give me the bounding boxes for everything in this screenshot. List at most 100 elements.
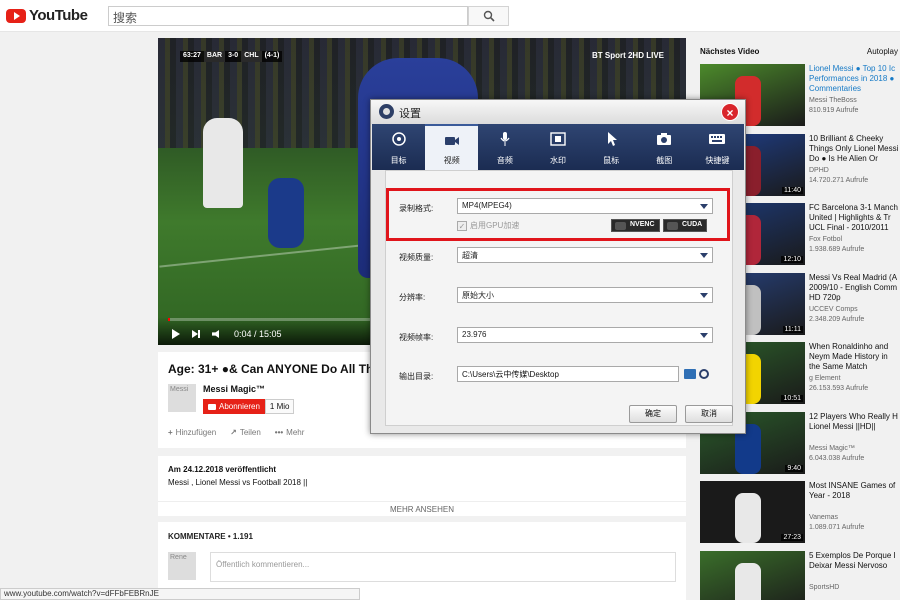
tab-label: 水印 — [549, 156, 566, 165]
top-bar: YouTube 搜索 — [0, 0, 900, 32]
video-thumbnail[interactable] — [700, 550, 805, 600]
recommended-views: 26.153.593 Aufrufe — [809, 385, 869, 392]
thumbnail-figure — [735, 493, 761, 543]
channel-name[interactable]: Messi Magic™ — [203, 384, 265, 394]
publish-date: Am 24.12.2018 veröffentlicht — [168, 465, 277, 474]
recommended-channel: SportsHD — [809, 583, 840, 591]
tab-audio[interactable]: 音频 — [478, 124, 531, 170]
channel-avatar[interactable]: Messi — [168, 384, 196, 412]
thumbnail-figure — [735, 562, 761, 600]
volume-icon[interactable] — [212, 330, 219, 338]
watermark-icon — [550, 132, 566, 146]
magnifier-icon[interactable] — [698, 369, 709, 379]
recommended-views: 1.938.689 Aufrufe — [809, 246, 865, 253]
youtube-play-icon — [6, 8, 26, 23]
recommended-views: 810.919 Aufrufe — [809, 107, 859, 114]
folder-icon[interactable] — [683, 369, 696, 379]
resolution-value: 原始大小 — [462, 291, 494, 300]
quality-label: 视频质量: — [399, 253, 434, 262]
subscriber-count: 1 Mio — [264, 399, 295, 414]
recommended-channel: Messi TheBoss — [809, 97, 857, 104]
dialog-title: 设置 — [399, 108, 421, 120]
microphone-icon — [500, 132, 510, 146]
resolution-select[interactable]: 原始大小 — [457, 287, 713, 303]
footballer-white — [203, 118, 243, 208]
chevron-down-icon — [700, 293, 708, 298]
more-label: Mehr — [286, 428, 305, 437]
close-button[interactable]: × — [721, 103, 739, 121]
tab-mouse[interactable]: 鼠标 — [585, 124, 638, 170]
recommended-video[interactable]: 5 Exemplos De Porque I Deixar Messi Nerv… — [700, 550, 900, 600]
subscribe-group: Abonnieren 1 Mio — [203, 399, 295, 414]
dialog-titlebar[interactable]: 设置 × — [371, 100, 745, 124]
camera-icon — [657, 133, 672, 145]
video-duration: 27:23 — [781, 534, 803, 541]
tab-screenshot[interactable]: 截图 — [638, 124, 691, 170]
progress-fill — [168, 318, 171, 321]
cancel-button[interactable]: 取消 — [685, 405, 733, 423]
play-icon[interactable] — [172, 329, 180, 339]
more-icon: ••• — [274, 428, 284, 437]
share-button[interactable]: ↗ Teilen — [230, 428, 261, 437]
framerate-label: 视频帧率: — [399, 333, 434, 342]
youtube-logo[interactable]: YouTube — [6, 7, 88, 24]
scorebug: 63:27 BAR 3-0 CHL (4-1) — [180, 51, 283, 62]
quality-value: 超清 — [462, 251, 478, 260]
recommended-title[interactable]: Messi Vs Real Madrid (A 2009/10 - Englis… — [809, 273, 900, 303]
chevron-down-icon — [700, 253, 708, 258]
tab-hotkeys[interactable]: 快捷键 — [691, 124, 744, 170]
recommended-title[interactable]: 10 Brilliant & Cheeky Things Only Lionel… — [809, 134, 900, 164]
tab-watermark[interactable]: 水印 — [531, 124, 584, 170]
quality-select[interactable]: 超清 — [457, 247, 713, 263]
output-path-field[interactable]: C:\Users\云中传媒\Desktop — [457, 366, 679, 382]
time-display: 0:04 / 15:05 — [234, 329, 282, 339]
chevron-down-icon — [700, 333, 708, 338]
add-to-button[interactable]: + Hinzufügen — [168, 428, 216, 437]
recommended-title[interactable]: When Ronaldinho and Neym Made History in… — [809, 342, 900, 372]
comment-input[interactable]: Öffentlich kommentieren... — [210, 552, 676, 582]
recommended-channel: Vanemas — [809, 514, 839, 521]
recommended-title[interactable]: FC Barcelona 3-1 Manch United | Highligh… — [809, 203, 900, 233]
logo-text: YouTube — [29, 7, 88, 24]
recommended-title[interactable]: Lionel Messi ● Top 10 Ic Performances in… — [809, 64, 900, 94]
output-path-buttons — [679, 366, 713, 382]
recommended-channel: DPHD — [809, 166, 829, 174]
video-thumbnail[interactable]: 27:23 — [700, 481, 805, 543]
tab-label: 鼠标 — [603, 156, 620, 165]
more-button[interactable]: ••• Mehr — [275, 428, 305, 437]
tab-target[interactable]: 目标 — [372, 124, 425, 170]
framerate-value: 23.976 — [462, 330, 487, 339]
ok-button[interactable]: 确定 — [629, 405, 677, 423]
aggregate-score: (4-1) — [261, 51, 283, 62]
recommended-title[interactable]: Most INSANE Games of Year - 2018 — [809, 481, 900, 501]
tab-label: 音频 — [496, 156, 513, 165]
user-avatar: Rene — [168, 552, 196, 580]
recommended-channel: UCCEV Comps — [809, 305, 858, 313]
gear-icon — [379, 104, 394, 119]
tab-video[interactable]: 视频 — [425, 124, 479, 170]
subscribe-button[interactable]: Abonnieren — [203, 399, 265, 414]
subscribe-label: Abonnieren — [219, 402, 260, 411]
recommended-views: 6.043.038 Aufrufe — [809, 454, 865, 462]
recommended-video[interactable]: 27:23 Most INSANE Games of Year - 2018 Van… — [700, 481, 900, 543]
recommended-channel: Fox Fotbol — [809, 236, 843, 243]
framerate-select[interactable]: 23.976 — [457, 327, 713, 343]
search-icon — [483, 10, 495, 22]
share-icon: ↗ — [230, 428, 237, 437]
next-icon[interactable] — [192, 330, 200, 338]
tab-label: 截图 — [656, 156, 673, 165]
add-to-label: Hinzufügen — [175, 428, 217, 437]
recommended-title[interactable]: 5 Exemplos De Porque I Deixar Messi Nerv… — [809, 551, 900, 571]
footballer-blue — [268, 178, 304, 248]
show-more-button[interactable]: MEHR ANSEHEN — [158, 501, 686, 514]
video-title: Age: 31+ ●& Can ANYONE Do All Thes — [168, 362, 387, 376]
recommended-title[interactable]: 12 Players Who Really H Lionel Messi ||H… — [809, 412, 900, 432]
autoplay-label[interactable]: Autoplay — [867, 47, 898, 56]
settings-tabs: 目标 视频 音频 水印 鼠标 截图 快捷键 — [372, 124, 744, 170]
video-duration: 11:11 — [782, 325, 803, 333]
recommended-views: 1.089.071 Aufrufe — [809, 524, 865, 531]
description-card: Am 24.12.2018 veröffentlicht Messi , Lio… — [158, 456, 686, 516]
youtube-icon — [208, 403, 216, 410]
search-input[interactable]: 搜索 — [108, 6, 468, 26]
search-button[interactable] — [468, 6, 509, 26]
